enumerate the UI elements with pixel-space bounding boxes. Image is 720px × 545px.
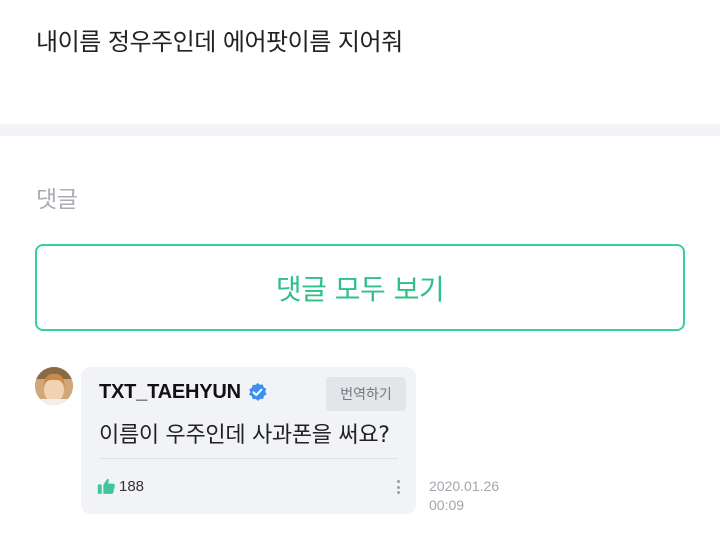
thumbs-up-icon [97,477,116,495]
comment-text: 이름이 우주인데 사과폰을 써요? [99,423,390,448]
post-text: 내이름 정우주인데 에어팟이름 지어줘 [36,28,403,56]
comment-date: 2020.01.26 [429,478,500,494]
translate-button[interactable]: 번역하기 [326,377,406,411]
avatar-image [35,367,73,405]
like-button[interactable]: 188 [97,477,144,495]
section-divider [0,124,720,136]
avatar[interactable] [35,367,73,405]
verified-badge-icon [247,382,268,403]
comment-time: 00:09 [429,497,465,513]
comments-section-title: 댓글 [36,187,78,213]
more-vertical-icon[interactable] [394,477,402,497]
comment-author-row: TXT_TAEHYUN [99,379,268,405]
view-all-comments-button[interactable]: 댓글 모두 보기 [35,244,685,331]
comment-timestamp: 2020.01.26 00:09 [429,477,499,515]
comment-bubble: TXT_TAEHYUN 번역하기 이름이 우주인데 사과폰을 써요? 188 [81,367,416,514]
comment-author-name[interactable]: TXT_TAEHYUN [99,381,241,404]
like-count: 188 [119,477,145,495]
comment-divider [99,458,398,459]
